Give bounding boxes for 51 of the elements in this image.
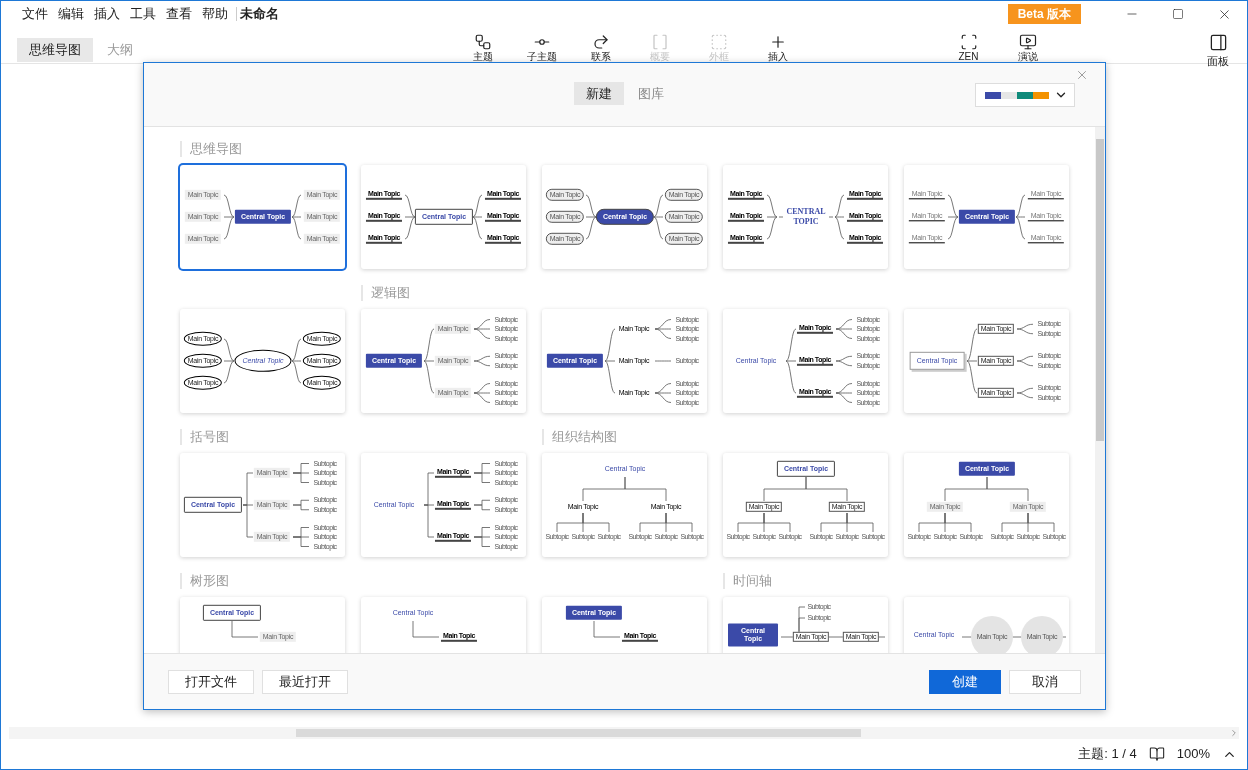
toolbar-button[interactable]: 联系 (571, 33, 630, 62)
menu-item[interactable]: 插入 (89, 4, 125, 24)
book-icon (1148, 746, 1165, 762)
section-title: 组织结构图 (542, 429, 617, 445)
toolbar-button[interactable]: 主题 (453, 33, 512, 62)
menu-item[interactable]: 帮助 (197, 4, 233, 24)
toolbar-button[interactable]: 子主题 (512, 33, 571, 62)
connector-line (624, 476, 667, 502)
section-title: 树形图 (180, 573, 229, 589)
view-tab[interactable]: 思维导图 (17, 38, 93, 62)
dialog-button[interactable]: 最近打开 (262, 669, 348, 694)
create-button[interactable]: 创建 (929, 669, 1001, 694)
toolbar-button[interactable]: 插入 (748, 33, 807, 62)
fullscreen-icon (959, 33, 978, 51)
cancel-button[interactable]: 取消 (1009, 669, 1081, 694)
connector-line (231, 620, 259, 638)
toolbar-button[interactable]: ZEN (939, 33, 998, 62)
panel-icon (1208, 33, 1228, 52)
panel-button[interactable]: 面板 (1207, 33, 1229, 67)
connector-line (805, 476, 848, 502)
beta-badge: Beta 版本 (1007, 4, 1081, 24)
bracket-icon (650, 33, 669, 51)
scroll-right-icon (1229, 728, 1239, 738)
scrollbar-thumb[interactable] (296, 729, 861, 737)
connector-line (654, 360, 672, 362)
menu-item[interactable]: 编辑 (53, 4, 89, 24)
theme-dropdown[interactable] (975, 83, 1075, 107)
curved-arrow-icon (591, 33, 610, 51)
connector-line (412, 620, 440, 638)
toolbar-button[interactable]: 演说 (998, 33, 1057, 62)
dashed-square-icon (709, 33, 728, 51)
topic-icon (473, 33, 492, 51)
scrollbar-thumb[interactable] (1096, 139, 1104, 441)
connector-line (593, 620, 621, 638)
topic-count: 主题: 1 / 4 (1078, 745, 1137, 764)
menu-item[interactable]: 文件 (17, 4, 53, 24)
close-icon[interactable] (1075, 68, 1089, 82)
section-title: 逻辑图 (361, 285, 410, 301)
document-title: 未命名 (240, 5, 279, 24)
dialog-button[interactable]: 打开文件 (168, 669, 254, 694)
connector-line (986, 476, 1029, 502)
dialog-tab[interactable]: 图库 (625, 81, 676, 106)
section-title: 思维导图 (180, 141, 242, 157)
section-title: 时间轴 (723, 573, 772, 589)
zoom-level: 100% (1176, 745, 1210, 764)
section-title: 括号图 (180, 429, 229, 445)
monitor-play-icon (1018, 33, 1037, 51)
menu-item[interactable]: 查看 (161, 4, 197, 24)
central-topic: CENTRAL TOPIC (783, 207, 829, 227)
dialog-tab[interactable]: 新建 (573, 81, 624, 106)
menu-item[interactable]: 工具 (125, 4, 161, 24)
